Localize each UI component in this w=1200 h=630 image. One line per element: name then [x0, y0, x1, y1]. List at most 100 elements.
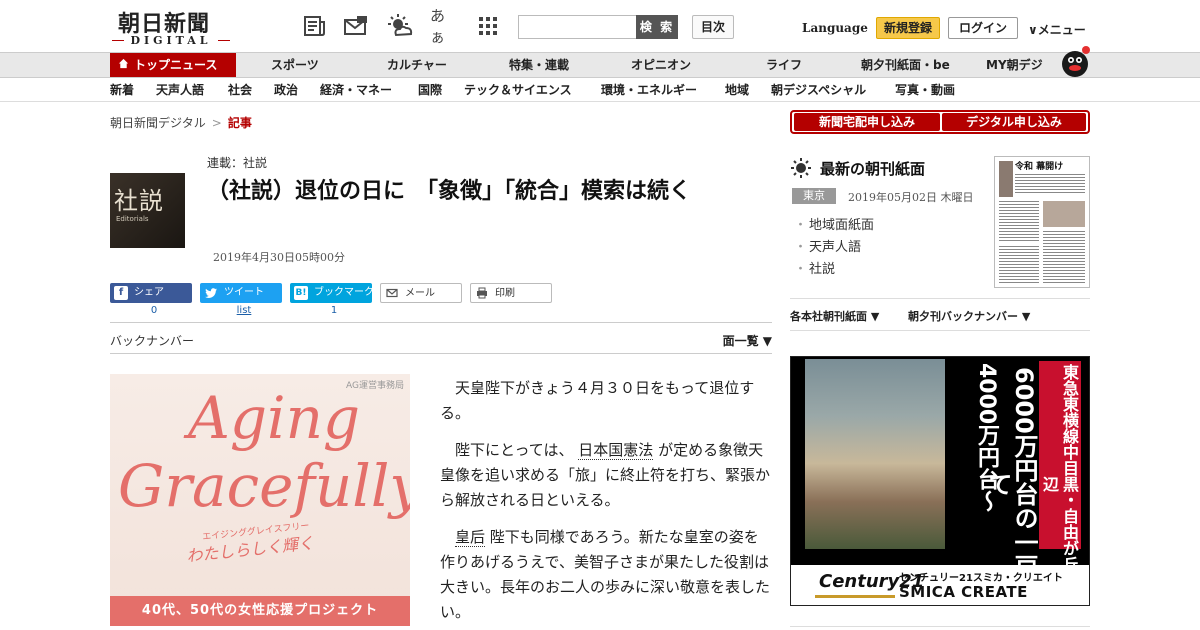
hatena-bookmark-label: ブックマーク	[314, 287, 374, 298]
article-paragraph-2-pre: 陛下にとっては、	[455, 441, 574, 459]
divider	[790, 330, 1090, 331]
hatena-bookmark-count[interactable]: 1	[293, 305, 375, 316]
nav-international[interactable]: 国際	[418, 78, 442, 102]
newspaper-icon[interactable]	[300, 12, 328, 40]
print-button[interactable]: 印刷	[470, 283, 552, 303]
mail-icon[interactable]	[342, 12, 370, 40]
page-list-dropdown[interactable]: 面一覧 ▼	[723, 332, 772, 349]
nav-opinion[interactable]: オピニオン	[631, 53, 691, 77]
nav-economy[interactable]: 経済・マネー	[320, 78, 392, 102]
menu-button[interactable]: ∨メニュー	[1028, 21, 1086, 38]
paper-subscribe-button[interactable]: 新聞宅配申し込み	[794, 113, 940, 131]
divider	[790, 298, 1090, 299]
mascot-icon[interactable]	[1058, 44, 1092, 78]
font-size-icon[interactable]: あぁ	[430, 7, 458, 46]
twitter-share-count[interactable]: list	[203, 305, 285, 316]
toc-button[interactable]: 目次	[692, 15, 734, 39]
backnumber-label[interactable]: バックナンバー	[110, 332, 194, 349]
nav-top-news-label: トップニュース	[134, 58, 218, 72]
nav-sports[interactable]: スポーツ	[271, 53, 319, 77]
link-regional-page[interactable]: 地域面紙面	[794, 214, 874, 233]
editorial-thumbnail: 社説 Editorials	[110, 173, 185, 248]
nav-top-news[interactable]: トップニュース	[110, 53, 236, 77]
link-editorial[interactable]: 社説	[794, 258, 835, 277]
twitter-share-button[interactable]: ツイート	[200, 283, 282, 303]
ad-banner-aging-gracefully[interactable]: AG運営事務局 Aging Gracefully エイジンググレイスフリー わた…	[110, 374, 410, 626]
ad-band: 40代、50代の女性応援プロジェクト	[110, 596, 410, 626]
article-date: 2019年4月30日05時00分	[213, 251, 345, 264]
home-icon	[118, 53, 130, 77]
link-tensei-jingo[interactable]: 天声人語	[794, 236, 861, 255]
facebook-icon: f	[114, 286, 128, 300]
breadcrumb: 朝日新聞デジタル > 記事	[110, 114, 252, 131]
edition-date: 2019年05月02日 木曜日	[848, 191, 974, 204]
ad-headline-line2: Gracefully	[118, 452, 410, 520]
nav-paper-be[interactable]: 朝夕刊紙面・be	[861, 53, 950, 77]
sun-icon	[790, 157, 812, 179]
nav-special[interactable]: 朝デジスペシャル	[771, 78, 866, 102]
nav-my-asadigi[interactable]: MY朝デジ	[986, 53, 1043, 77]
nav-features[interactable]: 特集・連載	[509, 53, 569, 77]
primary-nav: トップニュース スポーツ カルチャー 特集・連載 オピニオン ライフ 朝夕刊紙面…	[0, 52, 1200, 78]
breadcrumb-current: 記事	[227, 116, 252, 130]
envelope-icon	[385, 287, 399, 301]
edition-dropdown[interactable]: 各本社朝刊紙面 ▼	[790, 308, 879, 324]
article-paragraph-2: 陛下にとっては、 日本国憲法 が定める象徴天皇像を追い求める「旅」に終止符を打ち…	[440, 438, 772, 513]
printer-icon	[475, 287, 489, 301]
ad-banner-real-estate[interactable]: 4000万円台〜 6000万円台の一戸建て 東急東横線中目黒・自由が丘駅周辺 C…	[790, 356, 1090, 606]
language-link[interactable]: Language	[802, 21, 868, 35]
paper-photo	[1043, 201, 1085, 227]
nav-life[interactable]: ライフ	[766, 53, 802, 77]
logo-text-en: DIGITAL	[112, 34, 230, 48]
nav-tensei[interactable]: 天声人語	[156, 78, 204, 102]
article-paragraph-1: 天皇陛下がきょう４月３０日をもって退位する。	[440, 379, 755, 422]
paper-text-block	[999, 201, 1039, 241]
facebook-share-button[interactable]: f シェア	[110, 283, 192, 303]
paper-headline: 令和 幕開け	[1015, 162, 1064, 172]
newspaper-thumbnail[interactable]: 令和 幕開け	[994, 156, 1090, 288]
subscribe-box: 新聞宅配申し込み デジタル申し込み	[790, 110, 1090, 134]
glossary-link-empress[interactable]: 皇后	[455, 528, 486, 547]
nav-environment[interactable]: 環境・エネルギー	[601, 78, 697, 102]
article-title: （社説）退位の日に 「象徴」「統合」模索は続く	[207, 179, 692, 204]
login-button[interactable]: ログイン	[948, 17, 1018, 39]
site-logo[interactable]: 朝日新聞 DIGITAL	[112, 6, 230, 48]
backnumber-dropdown[interactable]: 朝夕刊バックナンバー ▼	[908, 308, 1030, 324]
nav-latest[interactable]: 新着	[110, 78, 134, 102]
twitter-share-label: ツイート	[224, 287, 264, 298]
article-paragraph-3: 皇后 陛下も同様であろう。新たな皇室の姿を作りあげるうえで、美智子さまが果たした…	[440, 525, 772, 625]
facebook-share-label: シェア	[134, 287, 164, 298]
ad-headline-line1: Aging	[188, 384, 361, 452]
mail-share-button[interactable]: メール	[380, 283, 462, 303]
site-header: 朝日新聞 DIGITAL あぁ 検 索 目次 Language 新規登録 ログイ…	[0, 0, 1200, 52]
search-input[interactable]	[518, 15, 636, 39]
hatena-bookmark-button[interactable]: B! ブックマーク	[290, 283, 374, 303]
breadcrumb-separator: >	[211, 116, 222, 130]
ad-brand-ja: センチュリー21スミカ・クリエイト	[899, 573, 1063, 584]
nav-politics[interactable]: 政治	[274, 78, 298, 102]
grid-menu-icon[interactable]	[474, 12, 502, 40]
register-button[interactable]: 新規登録	[876, 17, 940, 39]
breadcrumb-home[interactable]: 朝日新聞デジタル	[110, 116, 206, 130]
ad-house-photo	[805, 359, 945, 549]
digital-subscribe-button[interactable]: デジタル申し込み	[942, 113, 1086, 131]
article-body: 天皇陛下がきょう４月３０日をもって退位する。 陛下にとっては、 日本国憲法 が定…	[440, 376, 772, 630]
nav-culture[interactable]: カルチャー	[387, 53, 447, 77]
editorial-thumb-en: Editorials	[116, 215, 149, 223]
nav-society[interactable]: 社会	[228, 78, 252, 102]
secondary-nav: 新着 天声人語 社会 政治 経済・マネー 国際 テック＆サイエンス 環境・エネル…	[0, 78, 1200, 102]
weather-icon[interactable]	[386, 12, 414, 40]
nav-region[interactable]: 地域	[725, 78, 749, 102]
paper-photo	[999, 161, 1013, 197]
nav-tech-science[interactable]: テック＆サイエンス	[464, 78, 572, 102]
paper-text-block	[1043, 231, 1085, 283]
latest-edition-title: 最新の朝刊紙面	[820, 160, 926, 178]
glossary-link-constitution[interactable]: 日本国憲法	[578, 441, 654, 460]
series-label[interactable]: 連載：社説	[207, 154, 267, 171]
paper-text-block	[1015, 173, 1085, 193]
divider	[790, 626, 1090, 627]
ad-brand-en: SMICA CREATE	[899, 583, 1028, 601]
edition-badge: 東京	[792, 188, 836, 204]
nav-photo-video[interactable]: 写真・動画	[895, 78, 955, 102]
search-button[interactable]: 検 索	[636, 15, 678, 39]
